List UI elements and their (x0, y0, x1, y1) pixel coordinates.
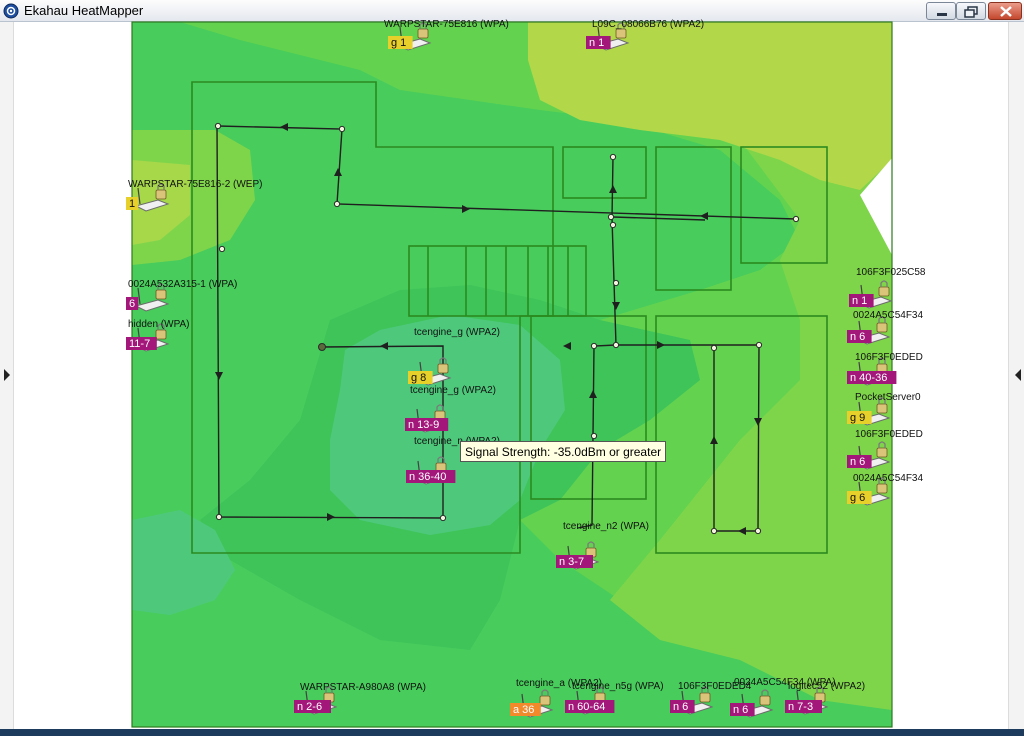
access-point-name: 106F3F0EDED (855, 429, 923, 440)
channel-badge: g 9 (847, 411, 872, 424)
taskbar (0, 729, 1024, 736)
svg-text:n 40-36: n 40-36 (850, 372, 887, 384)
channel-badge: n 6 (847, 330, 872, 343)
svg-text:n 6: n 6 (850, 331, 865, 343)
heatmap-canvas[interactable]: WARPSTAR-75E816 (WPA) g 1 L09C_08066B76 (W… (0, 0, 1024, 736)
channel-badge: n 6 (847, 455, 872, 468)
svg-text:n 3-7: n 3-7 (559, 556, 584, 568)
channel-badge: n 2-6 (294, 700, 331, 713)
svg-text:n 6: n 6 (733, 704, 748, 716)
access-point-name: tcengine_g (WPA2) (414, 327, 500, 338)
access-point-name: hidden (WPA) (128, 319, 190, 330)
channel-badge: g 1 (388, 36, 413, 49)
svg-text:n 7-3: n 7-3 (788, 701, 813, 713)
access-point-name: tcengine_n5g (WPA) (572, 681, 664, 692)
access-point-name: WARPSTAR-75E816 (WPA) (384, 19, 509, 30)
channel-badge: a 36 (510, 703, 541, 716)
signal-strength-tooltip: Signal Strength: -35.0dBm or greater (460, 441, 667, 462)
channel-badge: n 3-7 (556, 555, 593, 568)
access-point-name: 0024A532A315-1 (WPA) (128, 279, 237, 290)
app-window: Ekahau HeatMapper WARPSTAR-75E816 (WPA) … (0, 0, 1024, 736)
channel-badge: n 40-36 (847, 371, 897, 384)
svg-text:n 13-9: n 13-9 (408, 419, 439, 431)
channel-badge: n 1 (849, 294, 874, 307)
channel-badge: n 6 (730, 703, 755, 716)
svg-text:1: 1 (129, 198, 135, 210)
channel-badge: n 1 (586, 36, 611, 49)
svg-text:n 1: n 1 (852, 295, 867, 307)
svg-text:n 36-40: n 36-40 (409, 471, 446, 483)
channel-badge: g 8 (408, 371, 433, 384)
access-point-name: tcengine_n2 (WPA) (563, 521, 649, 532)
access-point-name: logitec52 (WPA2) (788, 681, 865, 692)
channel-badge: n 13-9 (405, 418, 449, 431)
access-point-name: L09C_08066B76 (WPA2) (592, 19, 704, 30)
access-point-name: 106F3F025C58 (856, 267, 926, 278)
access-point-name: PocketServer0 (855, 392, 921, 403)
svg-text:11-7: 11-7 (129, 338, 150, 350)
channel-badge: n 60-64 (565, 700, 615, 713)
svg-text:g 8: g 8 (411, 372, 426, 384)
access-point-name: 0024A5C54F34 (853, 473, 923, 484)
svg-text:g 6: g 6 (850, 492, 865, 504)
access-point-name: WARPSTAR-75E816-2 (WEP) (128, 179, 262, 190)
channel-badge: n 6 (670, 700, 695, 713)
channel-badge: g 6 (847, 491, 872, 504)
svg-text:a 36: a 36 (513, 704, 534, 716)
channel-badge: 11-7 (126, 337, 157, 350)
svg-text:g 9: g 9 (850, 412, 865, 424)
access-point-name: WARPSTAR-A980A8 (WPA) (300, 682, 426, 693)
svg-text:n 1: n 1 (589, 37, 604, 49)
access-point-name: 106F3F0EDED (855, 352, 923, 363)
svg-text:g 1: g 1 (391, 37, 406, 49)
access-point-name: tcengine_g (WPA2) (410, 385, 496, 396)
channel-badge: n 7-3 (785, 700, 822, 713)
svg-text:6: 6 (129, 298, 135, 310)
svg-text:n 60-64: n 60-64 (568, 701, 605, 713)
access-point-name: 0024A5C54F34 (853, 310, 923, 321)
svg-text:n 2-6: n 2-6 (297, 701, 322, 713)
channel-badge: 6 (126, 297, 139, 310)
channel-badge: 1 (126, 197, 139, 210)
svg-text:n 6: n 6 (673, 701, 688, 713)
svg-text:n 6: n 6 (850, 456, 865, 468)
channel-badge: n 36-40 (406, 470, 456, 483)
